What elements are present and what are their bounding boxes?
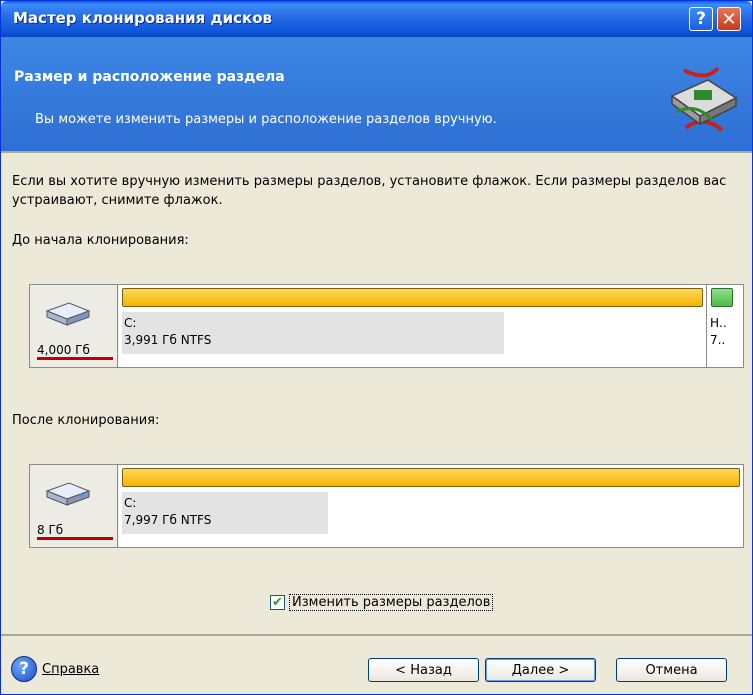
partition-text: Н.. 7.. bbox=[710, 315, 727, 349]
window-title: Мастер клонирования дисков bbox=[13, 9, 272, 27]
after-disk-cell[interactable]: 8 Гб bbox=[30, 465, 118, 547]
partition-name: C: bbox=[124, 496, 137, 510]
partition-text: C: 3,991 Гб NTFS bbox=[124, 315, 211, 349]
page-subtitle: Вы можете изменить размеры и расположени… bbox=[35, 112, 497, 127]
hard-disk-icon bbox=[45, 302, 91, 326]
partition-text: C: 7,997 Гб NTFS bbox=[124, 495, 211, 529]
partition-name: C: bbox=[124, 316, 137, 330]
after-label: После клонирования: bbox=[12, 413, 160, 428]
footer-divider bbox=[1, 634, 752, 636]
next-button[interactable]: Далее > bbox=[485, 658, 596, 682]
wizard-header: Размер и расположение раздела Вы можете … bbox=[1, 37, 752, 151]
help-link[interactable]: ? Справка bbox=[11, 656, 99, 682]
partition-bar bbox=[122, 288, 703, 307]
wizard-window: Мастер клонирования дисков ? ✕ Размер и … bbox=[0, 0, 753, 695]
disk-clone-icon bbox=[670, 66, 738, 132]
before-disk-cell[interactable]: 4,000 Гб bbox=[30, 285, 118, 367]
help-title-button[interactable]: ? bbox=[689, 7, 713, 31]
title-bar[interactable]: Мастер клонирования дисков ? ✕ bbox=[1, 1, 752, 37]
header-divider bbox=[1, 151, 752, 153]
after-disk-panel: 8 Гб C: 7,997 Гб NTFS bbox=[29, 464, 744, 548]
partition-info: 7.. bbox=[710, 333, 726, 347]
partition-bar bbox=[711, 288, 733, 307]
before-partition-c[interactable]: C: 3,991 Гб NTFS bbox=[119, 285, 706, 367]
partition-info: 3,991 Гб NTFS bbox=[124, 333, 212, 347]
resize-checkbox-label[interactable]: Изменить размеры разделов bbox=[289, 594, 494, 611]
before-partition-small[interactable]: Н.. 7.. bbox=[706, 285, 743, 367]
close-button[interactable]: ✕ bbox=[717, 7, 741, 31]
help-label[interactable]: Справка bbox=[42, 662, 99, 677]
partition-bar bbox=[122, 468, 740, 487]
after-disk-size: 8 Гб bbox=[37, 523, 113, 540]
hard-disk-icon bbox=[45, 482, 91, 506]
partition-name: Н.. bbox=[710, 316, 727, 330]
after-partition-c[interactable]: C: 7,997 Гб NTFS bbox=[119, 465, 743, 547]
intro-text: Если вы хотите вручную изменить размеры … bbox=[12, 174, 727, 208]
before-label: До начала клонирования: bbox=[12, 233, 189, 248]
partition-info: 7,997 Гб NTFS bbox=[124, 513, 212, 527]
resize-checkbox[interactable]: ✔ bbox=[270, 595, 285, 610]
before-disk-panel: 4,000 Гб C: 3,991 Гб NTFS Н.. 7.. bbox=[29, 284, 744, 368]
help-icon: ? bbox=[11, 656, 37, 682]
cancel-button[interactable]: Отмена bbox=[616, 658, 727, 682]
before-disk-size: 4,000 Гб bbox=[37, 343, 113, 360]
back-button[interactable]: < Назад bbox=[368, 658, 479, 682]
page-title: Размер и расположение раздела bbox=[14, 69, 285, 85]
resize-checkbox-row[interactable]: ✔ Изменить размеры разделов bbox=[270, 594, 494, 611]
